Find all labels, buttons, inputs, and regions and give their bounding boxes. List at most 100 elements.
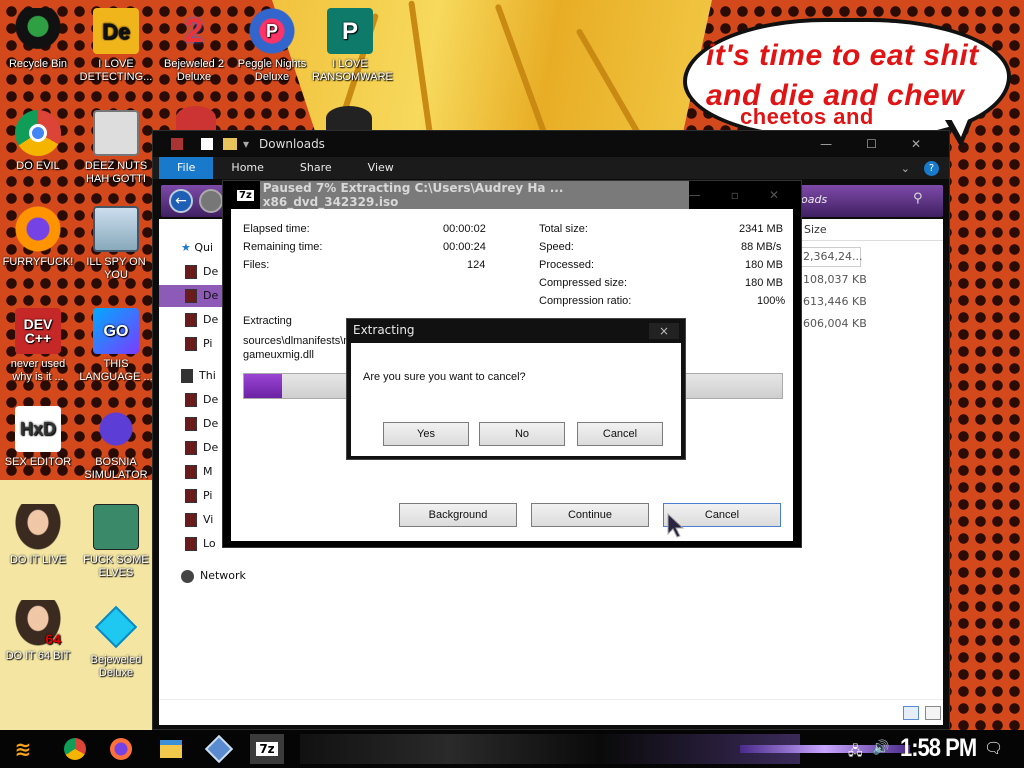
close-icon[interactable]: ✕ bbox=[911, 137, 921, 151]
chrome-icon bbox=[64, 738, 86, 760]
folder-icon bbox=[160, 740, 182, 758]
star-icon: ★ bbox=[181, 241, 191, 254]
nav-item[interactable]: De bbox=[185, 261, 218, 283]
7zip-icon: 7z bbox=[256, 742, 278, 756]
desktop-icon-elves[interactable]: FUCK SOME ELVES bbox=[78, 504, 154, 580]
nav-item[interactable]: Vi bbox=[185, 509, 213, 531]
column-header-size[interactable]: Size bbox=[797, 219, 943, 241]
desktop-icon-peggle-nights[interactable]: P Peggle Nights Deluxe bbox=[234, 8, 310, 84]
taskbar-virtualbox[interactable] bbox=[204, 734, 234, 764]
nav-network[interactable]: Network bbox=[181, 565, 246, 587]
desktop-icon-detect-it-easy[interactable]: De I LOVE DETECTING... bbox=[78, 8, 154, 84]
taskbar-chrome[interactable] bbox=[60, 734, 90, 764]
desktop-icon-bejeweled-2[interactable]: 2 Bejeweled 2 Deluxe bbox=[156, 8, 232, 84]
background-button[interactable]: Background bbox=[399, 503, 517, 527]
ribbon-expand-icon[interactable]: ⌄ bbox=[901, 162, 910, 175]
nav-item[interactable]: De bbox=[185, 413, 218, 435]
tab-file[interactable]: File bbox=[159, 157, 214, 179]
dialog-close-icon[interactable]: × bbox=[649, 323, 679, 339]
cancel-confirm-dialog[interactable]: Extracting × Are you sure you want to ca… bbox=[346, 318, 686, 460]
desktop-icon-do-it-live[interactable]: DO IT LIVE bbox=[0, 504, 76, 567]
extracting-label: Extracting bbox=[243, 315, 292, 327]
desktop-icon-hxd[interactable]: HxD SEX EDITOR bbox=[0, 406, 76, 469]
speed-value: 88 MB/s bbox=[741, 241, 782, 253]
status-bar bbox=[159, 699, 943, 725]
nav-item[interactable]: De bbox=[185, 309, 218, 331]
network-icon bbox=[181, 569, 194, 583]
taskbar-clock[interactable]: 1:58 PM bbox=[900, 733, 977, 763]
minimize-icon[interactable]: — bbox=[820, 137, 832, 151]
close-icon[interactable]: ✕ bbox=[769, 188, 779, 202]
volume-icon[interactable]: 🔊 bbox=[872, 740, 889, 756]
hidden-desktop-icon bbox=[176, 106, 216, 130]
forward-icon[interactable] bbox=[199, 189, 223, 213]
nav-quick-access[interactable]: ★ Qui bbox=[181, 237, 213, 259]
tab-view[interactable]: View bbox=[350, 157, 412, 179]
search-icon[interactable]: ⚲ bbox=[913, 191, 923, 206]
tab-share[interactable]: Share bbox=[282, 157, 350, 179]
desktop-icon-label: ILL SPY ON YOU bbox=[86, 256, 146, 281]
search-input[interactable]: oads bbox=[801, 193, 827, 206]
desktop-icon-bejeweled[interactable]: Bejeweled Deluxe bbox=[78, 604, 154, 680]
speech-bubble-text: it's time to eat shit and die and chew c… bbox=[706, 36, 996, 134]
desktop-icon-deez-nuts[interactable]: DEEZ NUTS HAH GOTTI bbox=[78, 110, 154, 186]
ribbon-tabs: File Home Share View ⌄ ? bbox=[153, 157, 949, 179]
desktop-icon-spy[interactable]: ILL SPY ON YOU bbox=[78, 206, 154, 282]
firefox-icon bbox=[110, 738, 132, 760]
maximize-icon[interactable]: ☐ bbox=[866, 137, 877, 151]
desktop-icon-label: Peggle Nights Deluxe bbox=[237, 58, 307, 83]
firefox-icon bbox=[15, 206, 61, 252]
yes-button[interactable]: Yes bbox=[383, 422, 469, 446]
desktop-icon-do-it-64[interactable]: 64 DO IT 64 BIT bbox=[0, 600, 76, 663]
continue-button[interactable]: Continue bbox=[531, 503, 649, 527]
bejeweled-icon bbox=[93, 604, 139, 650]
nav-item[interactable]: M bbox=[185, 461, 213, 483]
nav-item[interactable]: De bbox=[185, 389, 218, 411]
current-path: sources\dlmanifests\m bbox=[243, 335, 353, 347]
explorer-title: Downloads bbox=[259, 137, 325, 151]
windows-copy-icon bbox=[93, 110, 139, 156]
desktop-icon-minesweeper[interactable]: BOSNIA SIMULATOR bbox=[78, 406, 154, 482]
minimize-icon[interactable]: — bbox=[689, 188, 701, 202]
quick-access-dropdown-icon[interactable]: ▾ bbox=[243, 137, 249, 151]
nav-item[interactable]: De bbox=[185, 437, 218, 459]
taskbar-firefox[interactable] bbox=[106, 734, 136, 764]
dialog-cancel-button[interactable]: Cancel bbox=[577, 422, 663, 446]
no-button[interactable]: No bbox=[479, 422, 565, 446]
desktop-icon-dev-cpp[interactable]: DEV C++ never used why is it ... bbox=[0, 308, 76, 384]
hxd-icon: HxD bbox=[15, 406, 61, 452]
desktop-icon-firefox[interactable]: FURRYFUCK! bbox=[0, 206, 76, 269]
details-view-icon[interactable] bbox=[903, 706, 919, 720]
network-tray-icon[interactable]: 🖧 bbox=[848, 742, 863, 764]
detect-it-easy-icon: De bbox=[93, 8, 139, 54]
back-icon[interactable]: ← bbox=[169, 189, 193, 213]
notification-icon[interactable]: 🗨 bbox=[984, 739, 1003, 757]
files-value: 124 bbox=[467, 259, 486, 271]
desktop-icon-goland[interactable]: GO THIS LANGUAGE ... bbox=[78, 308, 154, 384]
desktop-icon-do-evil[interactable]: DO EVIL bbox=[0, 110, 76, 173]
taskbar-7zip[interactable]: 7z bbox=[250, 734, 284, 764]
publisher-icon: P bbox=[327, 8, 373, 54]
tab-home[interactable]: Home bbox=[213, 157, 281, 179]
maximize-icon[interactable]: ▫ bbox=[731, 188, 739, 202]
compressed-size-value: 180 MB bbox=[745, 277, 783, 289]
nav-item[interactable]: Pi bbox=[185, 333, 212, 355]
nav-item[interactable]: Lo bbox=[185, 533, 216, 555]
folder-icon[interactable] bbox=[223, 138, 237, 150]
desktop-icon-ransomware[interactable]: P I LOVE RANSOMWARE bbox=[312, 8, 393, 84]
properties-icon[interactable] bbox=[201, 138, 213, 150]
large-icons-view-icon[interactable] bbox=[925, 706, 941, 720]
files-label: Files: bbox=[243, 259, 270, 271]
total-size-label: Total size: bbox=[539, 223, 588, 235]
dialog-body: Are you sure you want to cancel? Yes No … bbox=[351, 343, 681, 456]
help-icon[interactable]: ? bbox=[924, 160, 939, 176]
zip-titlebar[interactable]: 7z Paused 7% Extracting C:\Users\Audrey … bbox=[223, 181, 801, 209]
total-size-value: 2341 MB bbox=[739, 223, 784, 235]
desktop-icon-recycle-bin[interactable]: Recycle Bin bbox=[0, 8, 76, 71]
start-button[interactable]: ≋ bbox=[8, 734, 38, 764]
santa-icon bbox=[93, 504, 139, 550]
taskbar-file-explorer[interactable] bbox=[156, 734, 186, 764]
nav-item[interactable]: Pi bbox=[185, 485, 212, 507]
nav-this-pc[interactable]: Thi bbox=[181, 365, 216, 387]
explorer-titlebar[interactable]: ▾ Downloads — ☐ ✕ bbox=[153, 131, 949, 157]
